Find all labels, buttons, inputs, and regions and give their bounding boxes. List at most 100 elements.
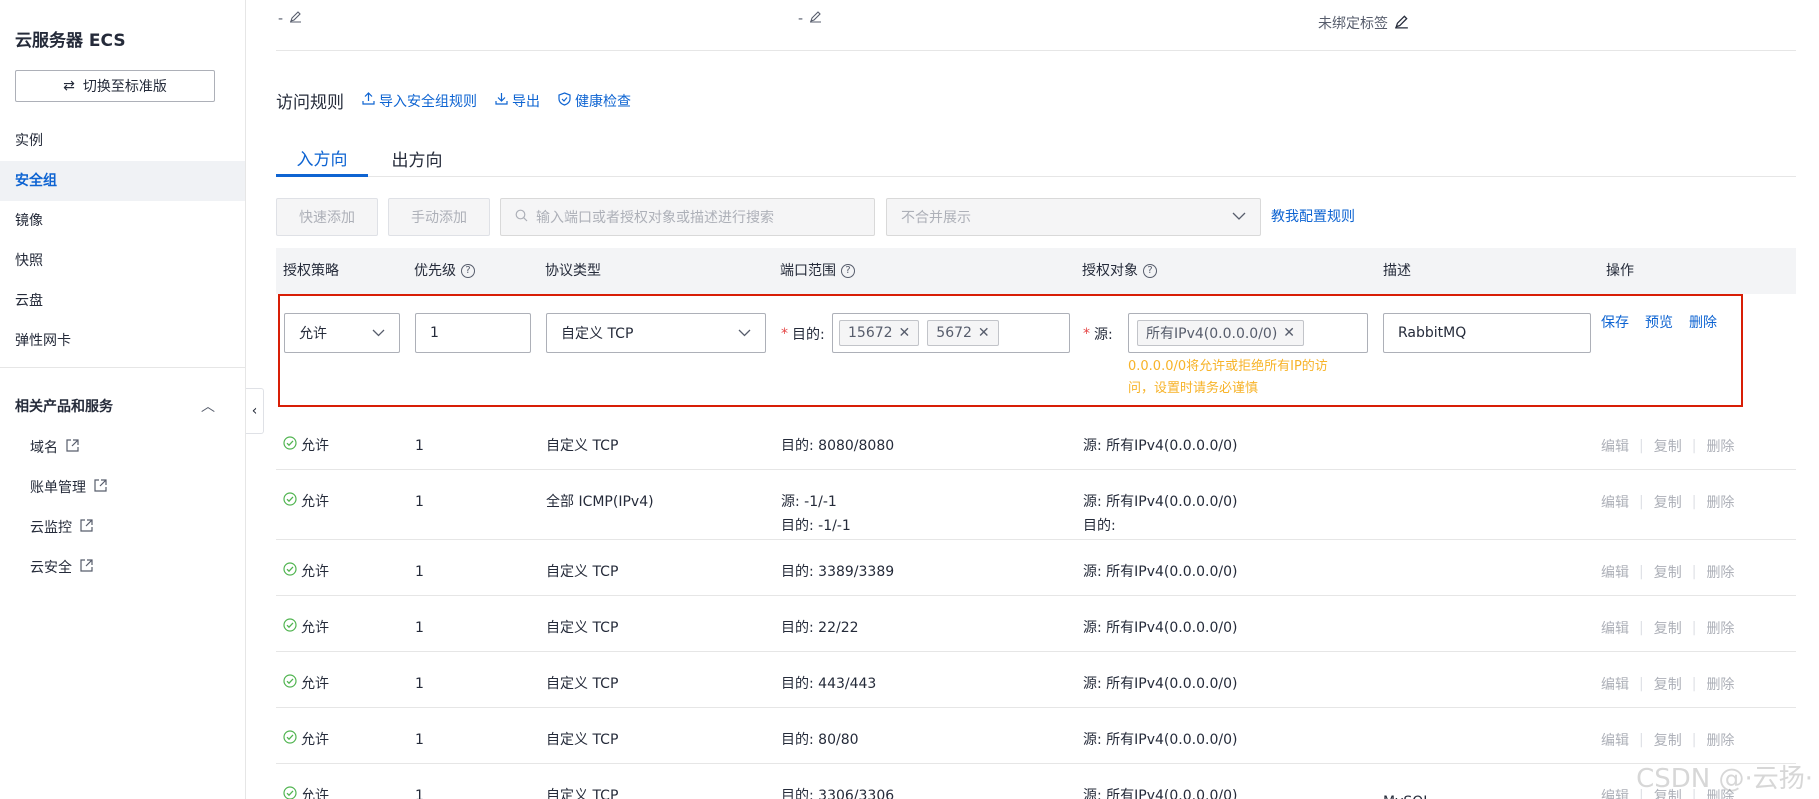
copy-button[interactable]: 复制 xyxy=(1654,436,1682,456)
health-check-label: 健康检查 xyxy=(575,93,631,110)
source-cell: 源: 所有IPv4(0.0.0.0/0) xyxy=(1083,560,1237,584)
search-icon xyxy=(515,209,528,226)
preview-button[interactable]: 预览 xyxy=(1645,312,1673,332)
merge-display-value: 不合并展示 xyxy=(901,210,971,226)
policy-text: 允许 xyxy=(301,788,329,799)
separator: | xyxy=(1691,676,1697,692)
close-icon[interactable]: ✕ xyxy=(899,325,911,341)
policy-cell: 允许 xyxy=(283,560,329,584)
edit-button[interactable]: 编辑 xyxy=(1601,730,1629,750)
link-monitor[interactable]: 云监控 xyxy=(30,508,107,548)
edit-button[interactable]: 编辑 xyxy=(1601,436,1629,456)
merge-display-select[interactable]: 不合并展示 xyxy=(886,198,1261,236)
row-actions: 编辑 | 复制 | 删除 xyxy=(1601,674,1734,694)
col-protocol: 协议类型 xyxy=(545,263,601,279)
export-link[interactable]: 导出 xyxy=(495,91,540,111)
row-actions: 编辑 | 复制 | 删除 xyxy=(1601,618,1734,638)
policy-select[interactable]: 允许 xyxy=(284,313,400,353)
separator: | xyxy=(1639,564,1644,580)
port-chip: 5672 ✕ xyxy=(927,320,999,346)
copy-button[interactable]: 复制 xyxy=(1654,730,1682,750)
protocol-text: 自定义 TCP xyxy=(546,676,619,692)
delete-button[interactable]: 删除 xyxy=(1706,730,1734,750)
source-text: 源: 所有IPv4(0.0.0.0/0) xyxy=(1083,564,1238,580)
protocol-select[interactable]: 自定义 TCP xyxy=(546,313,766,353)
source-chip: 所有IPv4(0.0.0.0/0) ✕ xyxy=(1137,320,1305,346)
sidebar-item-images[interactable]: 镜像 xyxy=(0,201,245,241)
health-check-link[interactable]: 健康检查 xyxy=(558,91,631,111)
protocol-text: 全部 ICMP(IPv4) xyxy=(546,494,654,510)
edit-button[interactable]: 编辑 xyxy=(1601,618,1629,638)
policy-cell: 允许 xyxy=(283,434,329,458)
priority-input[interactable]: 1 xyxy=(415,313,531,353)
close-icon[interactable]: ✕ xyxy=(978,325,990,341)
source-text: 源: 所有IPv4(0.0.0.0/0) xyxy=(1083,676,1238,692)
tab-inbound[interactable]: 入方向 xyxy=(276,140,368,177)
manual-add-button[interactable]: 手动添加 xyxy=(388,198,490,236)
config-help-link[interactable]: 教我配置规则 xyxy=(1271,198,1355,236)
policy-text: 允许 xyxy=(301,676,329,692)
help-icon[interactable]: ? xyxy=(461,264,475,278)
related-products-toggle[interactable]: 相关产品和服务 ︿ xyxy=(15,396,215,416)
related-products-title: 相关产品和服务 xyxy=(15,399,113,415)
sidebar-item-disks[interactable]: 云盘 xyxy=(0,281,245,321)
upload-icon xyxy=(362,92,375,109)
policy-text: 允许 xyxy=(301,438,329,454)
edit-pencil-icon[interactable] xyxy=(289,10,302,27)
copy-button[interactable]: 复制 xyxy=(1654,674,1682,694)
link-domain[interactable]: 域名 xyxy=(30,428,107,468)
edit-button[interactable]: 编辑 xyxy=(1601,674,1629,694)
port-range-input[interactable]: 15672 ✕ 5672 ✕ xyxy=(832,313,1070,353)
app-root: 云服务器 ECS ⇄ 切换至标准版 实例 安全组 镜像 快照 云盘 弹性网卡 相… xyxy=(0,0,1819,799)
direction-tabs: 入方向 出方向 xyxy=(276,140,1796,177)
save-button[interactable]: 保存 xyxy=(1601,312,1629,332)
protocol-text: 自定义 TCP xyxy=(546,438,619,454)
help-icon[interactable]: ? xyxy=(841,264,855,278)
edit-button[interactable]: 编辑 xyxy=(1601,786,1629,799)
check-circle-icon xyxy=(283,490,297,514)
priority-text: 1 xyxy=(415,438,424,454)
dest-label: * 目的: xyxy=(781,326,825,343)
check-circle-icon xyxy=(283,616,297,640)
sidebar-collapse-button[interactable]: ‹ xyxy=(246,388,264,434)
source-text: 源: 所有IPv4(0.0.0.0/0) xyxy=(1083,438,1238,454)
import-rules-link[interactable]: 导入安全组规则 xyxy=(362,91,477,111)
delete-button[interactable]: 删除 xyxy=(1689,312,1717,332)
sidebar-item-security-group[interactable]: 安全组 xyxy=(0,161,245,201)
sidebar-item-instances[interactable]: 实例 xyxy=(0,121,245,161)
port-text: 目的: 80/80 xyxy=(781,732,859,748)
copy-button[interactable]: 复制 xyxy=(1654,492,1682,512)
switch-version-button[interactable]: ⇄ 切换至标准版 xyxy=(15,70,215,102)
sidebar-item-snapshots[interactable]: 快照 xyxy=(0,241,245,281)
separator: | xyxy=(1691,732,1697,748)
quick-add-button[interactable]: 快速添加 xyxy=(276,198,378,236)
table-row: 允许 1 自定义 TCP 目的: 3306/3306 源: 所有IPv4(0.0… xyxy=(276,764,1796,799)
tab-outbound[interactable]: 出方向 xyxy=(381,140,453,177)
delete-button[interactable]: 删除 xyxy=(1706,436,1734,456)
delete-button[interactable]: 删除 xyxy=(1706,492,1734,512)
separator: | xyxy=(1691,620,1697,636)
sidebar-item-nic[interactable]: 弹性网卡 xyxy=(0,321,245,361)
port-cell: 目的: 3389/3389 xyxy=(781,560,894,584)
link-domain-label: 域名 xyxy=(30,440,58,456)
auth-object-input[interactable]: 所有IPv4(0.0.0.0/0) ✕ xyxy=(1128,313,1368,353)
copy-button[interactable]: 复制 xyxy=(1654,562,1682,582)
link-billing[interactable]: 账单管理 xyxy=(30,468,107,508)
description-input[interactable]: RabbitMQ xyxy=(1383,313,1591,353)
search-input[interactable]: 输入端口或者授权对象或描述进行搜索 xyxy=(500,198,875,236)
edit-rule-row: 允许 1 自定义 TCP * 目的: 15672 ✕ 5672 ✕ * 源: 所有IPv… xyxy=(276,294,1796,414)
delete-button[interactable]: 删除 xyxy=(1706,618,1734,638)
edit-pencil-icon[interactable] xyxy=(1394,14,1409,33)
link-security[interactable]: 云安全 xyxy=(30,548,107,588)
policy-value: 允许 xyxy=(299,326,327,342)
delete-button[interactable]: 删除 xyxy=(1706,562,1734,582)
close-icon[interactable]: ✕ xyxy=(1283,325,1295,341)
port-text: 目的: 3389/3389 xyxy=(781,564,895,580)
edit-button[interactable]: 编辑 xyxy=(1601,492,1629,512)
copy-button[interactable]: 复制 xyxy=(1654,618,1682,638)
port-cell: 目的: 22/22 xyxy=(781,616,859,640)
help-icon[interactable]: ? xyxy=(1143,264,1157,278)
edit-button[interactable]: 编辑 xyxy=(1601,562,1629,582)
edit-pencil-icon[interactable] xyxy=(809,10,822,27)
delete-button[interactable]: 删除 xyxy=(1706,674,1734,694)
